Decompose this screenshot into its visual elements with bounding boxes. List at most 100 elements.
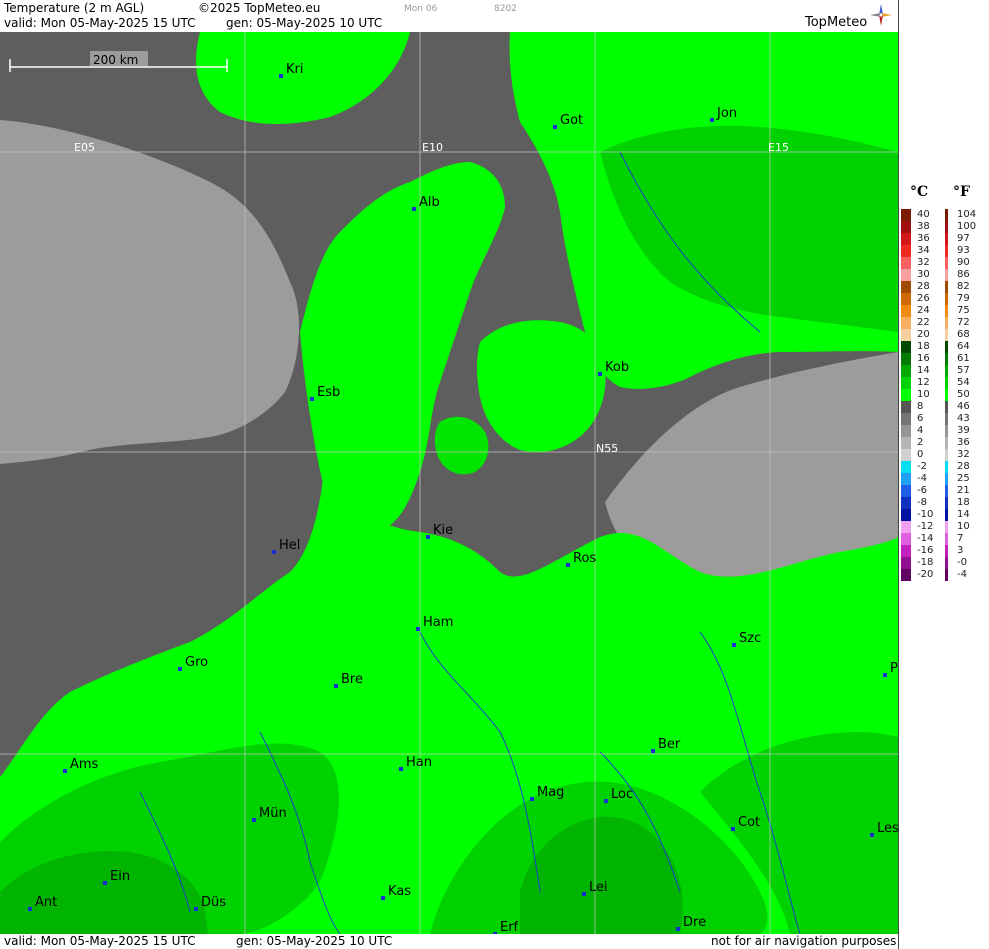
- legend-swatch-celsius: [901, 449, 911, 461]
- city-label-alb: Alb: [419, 195, 440, 210]
- city-marker-ams: [63, 769, 67, 773]
- legend-celsius-value: 32: [917, 257, 930, 268]
- legend-swatch-fahrenheit: [945, 533, 948, 545]
- legend-swatch-fahrenheit: [945, 545, 948, 557]
- legend-swatch-fahrenheit: [945, 293, 948, 305]
- legend-swatch-celsius: [901, 281, 911, 293]
- legend-swatch-fahrenheit: [945, 329, 948, 341]
- legend-celsius-value: -16: [917, 545, 934, 556]
- legend-swatch-celsius: [901, 233, 911, 245]
- city-label-loc: Loc: [611, 787, 633, 802]
- legend-swatch-celsius: [901, 377, 911, 389]
- legend-fahrenheit-value: 36: [957, 437, 970, 448]
- legend-swatch-fahrenheit: [945, 377, 948, 389]
- city-marker-ein: [103, 881, 107, 885]
- legend-fahrenheit-value: 14: [957, 509, 970, 520]
- city-marker-hel: [272, 550, 276, 554]
- legend-fahrenheit-value: 90: [957, 257, 970, 268]
- legend-celsius-value: 22: [917, 317, 930, 328]
- city-label-ros: Ros: [573, 551, 596, 566]
- legend-celsius-value: 30: [917, 269, 930, 280]
- legend-swatch-celsius: [901, 365, 911, 377]
- city-marker-kie: [426, 535, 430, 539]
- legend-celsius-value: -4: [917, 473, 927, 484]
- grid-label-e05: E05: [74, 141, 95, 154]
- legend-fahrenheit-value: 10: [957, 521, 970, 532]
- legend-fahrenheit-value: 75: [957, 305, 970, 316]
- legend-fahrenheit-value: -0: [957, 557, 967, 568]
- city-label-erf: Erf: [500, 920, 519, 934]
- legend-celsius-value: 34: [917, 245, 930, 256]
- legend-fahrenheit-value: 82: [957, 281, 970, 292]
- legend-swatch-celsius: [901, 269, 911, 281]
- legend-swatch-celsius: [901, 209, 911, 221]
- city-label-cot: Cot: [738, 815, 760, 830]
- city-label-szc: Szc: [739, 631, 761, 646]
- city-marker-mün: [252, 818, 256, 822]
- city-label-han: Han: [406, 755, 432, 770]
- city-marker-loc: [604, 799, 608, 803]
- legend-fahrenheit-value: 79: [957, 293, 970, 304]
- legend-swatch-fahrenheit: [945, 437, 948, 449]
- city-marker-kas: [381, 896, 385, 900]
- city-marker-cot: [731, 827, 735, 831]
- legend-fahrenheit-value: 3: [957, 545, 964, 556]
- legend-celsius-value: -18: [917, 557, 934, 568]
- city-marker-jon: [710, 118, 714, 122]
- temperature-map[interactable]: E05 E10 E15 N55 200 km Kri Got Jon Alb Kob Es…: [0, 32, 898, 934]
- city-label-p: P: [890, 661, 898, 676]
- legend-fahrenheit-value: 86: [957, 269, 970, 280]
- legend-fahrenheit-value: 7: [957, 533, 964, 544]
- legend-swatch-fahrenheit: [945, 281, 948, 293]
- legend-swatch-fahrenheit: [945, 365, 948, 377]
- legend-swatch-celsius: [901, 293, 911, 305]
- legend-fahrenheit-value: 32: [957, 449, 970, 460]
- grid-label-e10: E10: [422, 141, 443, 154]
- legend-swatch-fahrenheit: [945, 245, 948, 257]
- legend-swatch-fahrenheit: [945, 341, 948, 353]
- legend-celsius-value: 24: [917, 305, 930, 316]
- city-marker-szc: [732, 643, 736, 647]
- legend-celsius-value: -2: [917, 461, 927, 472]
- city-marker-düs: [194, 907, 198, 911]
- map-footer: valid: Mon 05-May-2025 15 UTC gen: 05-Ma…: [0, 934, 898, 949]
- legend-celsius-value: -10: [917, 509, 934, 520]
- city-label-jon: Jon: [716, 106, 737, 121]
- city-marker-kri: [279, 74, 283, 78]
- legend-swatch-celsius: [901, 509, 911, 521]
- city-label-lei: Lei: [589, 880, 608, 895]
- legend-fahrenheit-value: 57: [957, 365, 970, 376]
- disclaimer: not for air navigation purposes: [711, 934, 897, 948]
- compass-logo-icon: [870, 4, 892, 26]
- legend-celsius-value: 14: [917, 365, 930, 376]
- legend-celsius-value: 8: [917, 401, 924, 412]
- legend-swatch-fahrenheit: [945, 221, 948, 233]
- legend-swatch-fahrenheit: [945, 449, 948, 461]
- legend-swatch-celsius: [901, 485, 911, 497]
- city-label-mag: Mag: [537, 785, 564, 800]
- legend-swatch-celsius: [901, 305, 911, 317]
- legend-celsius-value: 12: [917, 377, 930, 388]
- legend-swatch-celsius: [901, 569, 911, 581]
- legend-celsius-value: -8: [917, 497, 927, 508]
- city-label-kri: Kri: [286, 62, 303, 77]
- city-marker-ber: [651, 749, 655, 753]
- legend-swatch-fahrenheit: [945, 389, 948, 401]
- city-marker-bre: [334, 684, 338, 688]
- legend-celsius-value: 38: [917, 221, 930, 232]
- footer-valid-time: valid: Mon 05-May-2025 15 UTC: [4, 934, 196, 948]
- legend-celsius-value: 18: [917, 341, 930, 352]
- legend-swatch-celsius: [901, 341, 911, 353]
- legend-celsius-value: 36: [917, 233, 930, 244]
- copyright: ©2025 TopMeteo.eu: [198, 1, 321, 15]
- city-label-bre: Bre: [341, 672, 363, 687]
- city-label-ant: Ant: [35, 895, 57, 910]
- city-label-mün: Mün: [259, 806, 287, 821]
- legend-celsius-value: 40: [917, 209, 930, 220]
- legend-swatch-celsius: [901, 245, 911, 257]
- city-label-düs: Düs: [201, 895, 226, 910]
- legend-swatch-celsius: [901, 473, 911, 485]
- legend-swatch-celsius: [901, 545, 911, 557]
- city-marker-ros: [566, 563, 570, 567]
- city-marker-p: [883, 673, 887, 677]
